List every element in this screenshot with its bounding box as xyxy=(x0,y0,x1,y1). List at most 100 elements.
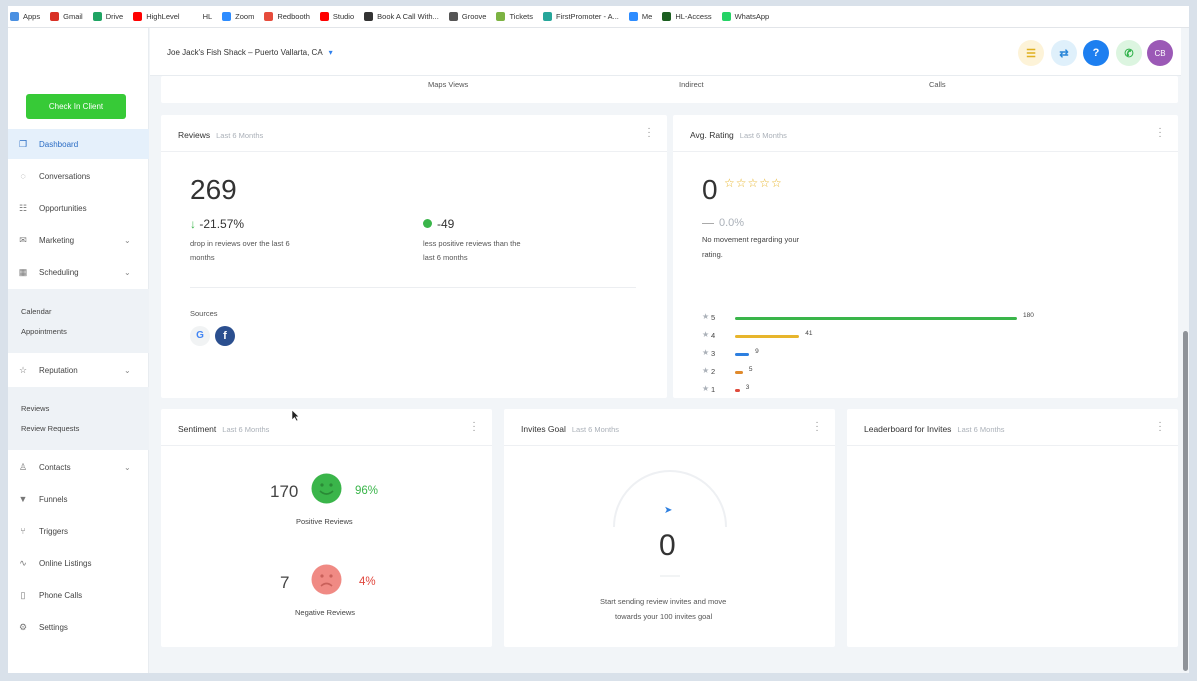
card-subtitle: Last 6 Months xyxy=(222,425,270,434)
bookmark-item[interactable]: Book A Call With... xyxy=(364,12,439,21)
facebook-icon[interactable]: f xyxy=(215,326,235,346)
bookmark-item[interactable]: Apps xyxy=(10,12,40,21)
sidebar-subitem-calendar[interactable]: Calendar xyxy=(21,307,51,316)
bookmark-item[interactable]: HighLevel xyxy=(133,12,180,21)
card-subtitle: Last 6 Months xyxy=(957,425,1005,434)
sad-face-icon xyxy=(311,564,342,595)
chevron-down-icon: ▾ xyxy=(328,48,333,57)
bookmark-label: Me xyxy=(641,12,653,21)
sidebar-item-dashboard[interactable]: ❐ Dashboard xyxy=(8,129,149,159)
pipeline-icon: ☷ xyxy=(18,203,28,213)
sidebar-item-phone-calls[interactable]: ▯ Phone Calls xyxy=(8,580,149,610)
invites-description: Start sending review invites and move xyxy=(600,597,727,606)
phone-icon[interactable]: ✆ xyxy=(1116,40,1142,66)
more-options-icon[interactable]: · · · xyxy=(472,418,476,436)
bookmark-item[interactable]: Drive xyxy=(92,12,124,21)
sidebar-item-funnels[interactable]: ▼ Funnels xyxy=(8,484,149,514)
scrollbar-thumb[interactable] xyxy=(1183,331,1188,671)
rating-value: 0 xyxy=(702,174,718,205)
sidebar-subitem-review-requests[interactable]: Review Requests xyxy=(21,424,79,433)
bookmark-item[interactable]: Zoom xyxy=(222,12,254,21)
rating-bar xyxy=(735,389,740,392)
sidebar-item-label: Conversations xyxy=(39,171,91,181)
bookmark-label: Book A Call With... xyxy=(377,12,439,21)
positive-count: 170 xyxy=(270,482,299,501)
bookmark-label: Groove xyxy=(461,12,487,21)
bookmark-item[interactable]: Studio xyxy=(319,12,354,21)
more-options-icon[interactable]: · · · xyxy=(1158,124,1162,142)
sidebar-item-contacts[interactable]: ♙ Contacts ⌄ xyxy=(8,452,149,482)
help-icon[interactable]: ? xyxy=(1083,40,1109,66)
sidebar-subitem-reviews[interactable]: Reviews xyxy=(21,404,49,413)
bookmark-label: Zoom xyxy=(235,12,255,21)
more-options-icon[interactable]: · · · xyxy=(647,124,651,142)
phone-icon: ▯ xyxy=(20,590,26,600)
bookmark-item[interactable]: Groove xyxy=(448,12,487,21)
sidebar-item-label: Contacts xyxy=(39,462,71,472)
chevron-down-icon[interactable]: ⌄ xyxy=(124,463,131,472)
check-in-client-button[interactable]: Check In Client xyxy=(26,94,126,119)
sidebar-item-label: Phone Calls xyxy=(39,590,83,600)
rating-bar-count: 5 xyxy=(748,366,753,373)
rating-row-label: 4 xyxy=(711,331,716,340)
gear-icon: ⚙ xyxy=(18,622,28,632)
bookmark-item[interactable]: Redbooth xyxy=(264,12,310,21)
sidebar-item-label: Scheduling xyxy=(39,267,79,277)
sidebar-item-marketing[interactable]: ✉ Marketing ⌄ xyxy=(8,225,149,255)
rating-description: No movement regarding your xyxy=(702,235,800,244)
scheduling-submenu: Calendar Appointments xyxy=(8,289,149,353)
bookmark-label: Gmail xyxy=(63,12,83,21)
bookmark-icon xyxy=(721,12,731,21)
sidebar-item-triggers[interactable]: ⑂ Triggers xyxy=(8,516,149,546)
sidebar-item-opportunities[interactable]: ☷ Opportunities xyxy=(8,193,149,223)
sidebar-item-label: Triggers xyxy=(39,526,69,536)
bookmark-label: Redbooth xyxy=(277,12,310,21)
cursor-icon xyxy=(291,409,300,422)
bookmark-label: Drive xyxy=(105,12,124,21)
bookmark-item[interactable]: Gmail xyxy=(50,12,83,21)
star-icon: ★ xyxy=(702,348,710,357)
location-selector[interactable]: Joe Jack's Fish Shack – Puerto Vallarta,… xyxy=(167,48,333,57)
negative-percent: 4% xyxy=(359,576,376,588)
chevron-down-icon[interactable]: ⌄ xyxy=(124,268,131,277)
bookmark-icon xyxy=(133,12,143,21)
bookmark-item[interactable]: Tickets xyxy=(496,12,533,21)
bookmark-icon xyxy=(189,12,199,21)
scrollbar[interactable] xyxy=(1181,28,1189,673)
sidebar-item-label: Funnels xyxy=(39,494,68,504)
top-stats-card: Maps Views Indirect Calls xyxy=(161,76,1178,103)
swap-icon[interactable]: ⇄ xyxy=(1051,40,1077,66)
sidebar-subitem-appointments[interactable]: Appointments xyxy=(21,327,67,336)
sidebar-item-label: Reputation xyxy=(39,365,78,375)
card-header: Sentiment Last 6 Months · · · xyxy=(161,409,492,446)
more-options-icon[interactable]: · · · xyxy=(1158,418,1162,436)
positive-description: last 6 months xyxy=(423,253,468,262)
chevron-down-icon[interactable]: ⌄ xyxy=(124,236,131,245)
bookmark-item[interactable]: HL xyxy=(189,12,212,21)
avatar[interactable]: CB xyxy=(1147,40,1173,66)
bookmark-label: FirstPromoter - A... xyxy=(555,12,619,21)
stat-label: Maps Views xyxy=(428,80,469,89)
list-icon[interactable]: ☰ xyxy=(1018,40,1044,66)
sidebar-item-settings[interactable]: ⚙ Settings xyxy=(8,612,149,642)
invites-value: 0 xyxy=(659,529,676,562)
bookmark-item[interactable]: HL-Access xyxy=(662,12,712,21)
reviews-change: ↓ -21.57% xyxy=(190,217,245,231)
sidebar-item-conversations[interactable]: ◌ Conversations xyxy=(8,161,149,191)
chevron-down-icon[interactable]: ⌄ xyxy=(124,366,131,375)
calendar-icon: ▦ xyxy=(18,267,28,277)
sidebar-item-scheduling[interactable]: ▦ Scheduling ⌄ xyxy=(8,257,149,287)
sidebar-item-reputation[interactable]: ☆ Reputation ⌄ xyxy=(8,355,149,385)
rating-row-label: 1 xyxy=(711,385,716,394)
card-title: Avg. Rating Last 6 Months xyxy=(690,130,787,140)
bookmark-item[interactable]: FirstPromoter - A... xyxy=(542,12,619,21)
google-icon[interactable]: G xyxy=(190,326,210,346)
bookmark-item[interactable]: WhatsApp xyxy=(721,12,769,21)
change-description: months xyxy=(190,253,215,262)
sidebar-item-online-listings[interactable]: ∿ Online Listings xyxy=(8,548,149,578)
arrow-down-icon: ↓ xyxy=(190,217,196,231)
rating-description: rating. xyxy=(702,250,723,259)
bookmark-item[interactable]: Me xyxy=(628,12,653,21)
positive-percent: 96% xyxy=(355,485,379,497)
more-options-icon[interactable]: · · · xyxy=(815,418,819,436)
